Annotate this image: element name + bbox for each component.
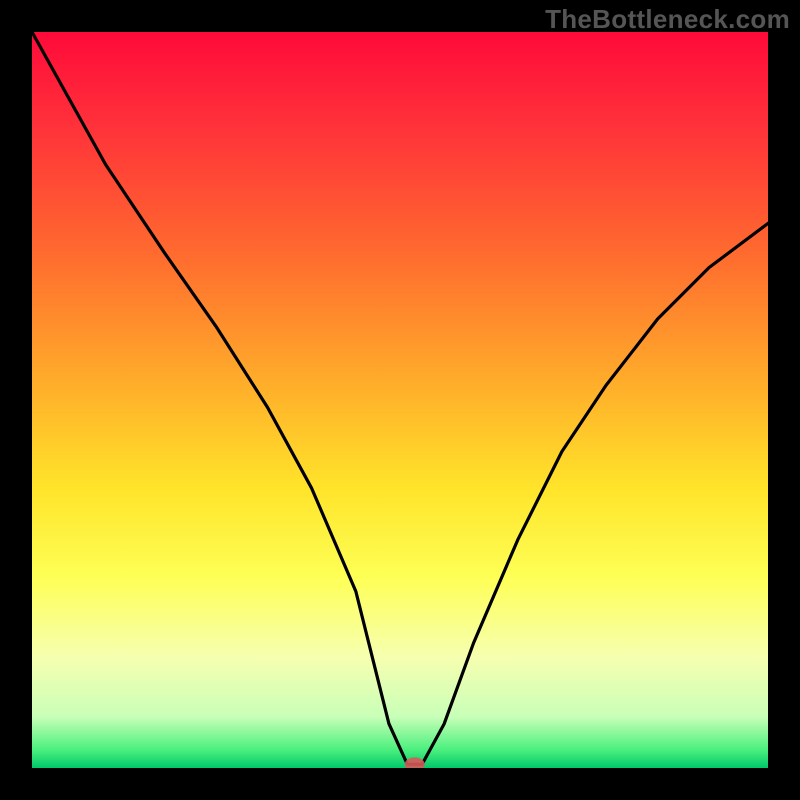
chart-frame: TheBottleneck.com: [0, 0, 800, 800]
gradient-rect: [32, 32, 768, 768]
chart-svg: [32, 32, 768, 768]
attribution-label: TheBottleneck.com: [545, 4, 790, 35]
plot-area: [32, 32, 768, 768]
